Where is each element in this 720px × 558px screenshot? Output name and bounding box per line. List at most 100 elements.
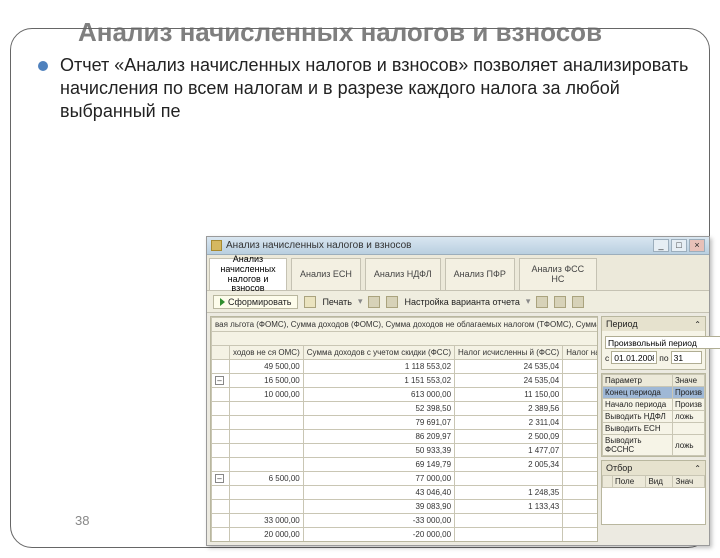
param-name: Выводить ФССНС [603, 435, 673, 456]
param-row[interactable]: Выводить НДФЛложь [603, 411, 705, 423]
table-row[interactable]: 33 000,00-33 000,00 [212, 514, 599, 528]
cell: 52 398,50 [303, 402, 454, 416]
side-panel: Период⌃ с по ПараметрЗначе Коне [601, 316, 706, 542]
minimize-button[interactable]: _ [653, 239, 669, 252]
cell: 1 118 553,02 [303, 360, 454, 374]
app-window: Анализ начисленных налогов и взносов _ □… [206, 236, 710, 546]
col-3: Налог начисленны й (ФСС) [563, 346, 598, 360]
table-row[interactable]: 13 000,00-13 000,00 [212, 542, 599, 543]
period-to-input[interactable] [671, 351, 702, 364]
cell: -13 000,00 [303, 542, 454, 543]
cell: 33 000,00 [230, 514, 304, 528]
table-row[interactable]: 79 691,072 311,0479 691,0779 691,072 311… [212, 416, 599, 430]
table-row[interactable]: 20 000,00-20 000,00 [212, 528, 599, 542]
filter-body[interactable] [602, 488, 705, 524]
chevron-icon[interactable]: ⌃ [694, 464, 701, 473]
toolbar: Сформировать Печать ▾ Настройка варианта… [207, 291, 709, 313]
grid-long-header: вая льгота (ФОМС), Сумма доходов (ФОМС),… [212, 318, 599, 332]
param-value: Произв [672, 399, 704, 411]
param-value [672, 423, 704, 435]
cell: 49 500,00 [230, 360, 304, 374]
param-name: Конец периода [603, 387, 673, 399]
cell [230, 430, 304, 444]
cell: 22 224,00 [563, 374, 598, 388]
col-1: Сумма доходов с учетом скидки (ФСС) [303, 346, 454, 360]
settings-label[interactable]: Настройка варианта отчета [404, 297, 519, 307]
cell: 77 000,00 [303, 472, 454, 486]
window-titlebar[interactable]: Анализ начисленных налогов и взносов _ □… [207, 237, 709, 255]
cell: 1 477,07 [563, 444, 598, 458]
cell: 2 600,09 [563, 430, 598, 444]
cell [230, 500, 304, 514]
tool-icon-2[interactable] [386, 296, 398, 308]
tool-icon-5[interactable] [572, 296, 584, 308]
cell: 50 933,39 [303, 444, 454, 458]
close-button[interactable]: × [689, 239, 705, 252]
cell: 10 000,00 [230, 388, 304, 402]
cell: 2 389,56 [455, 402, 563, 416]
cell [455, 472, 563, 486]
table-row[interactable]: –16 500,001 151 553,0224 535,0422 224,00… [212, 374, 599, 388]
expand-toggle-icon[interactable]: – [215, 474, 224, 483]
param-value: Произв [672, 387, 704, 399]
tab-pfr[interactable]: Анализ ПФР [445, 258, 515, 290]
grid-section: ЕСН, ФСС [212, 332, 599, 346]
form-button[interactable]: Сформировать [213, 295, 298, 309]
tab-esn[interactable]: Анализ ЕСН [291, 258, 361, 290]
expand-toggle-icon[interactable]: – [215, 376, 224, 385]
cell: 86 209,97 [303, 430, 454, 444]
filter-h1: Поле [613, 476, 646, 488]
chevron-icon[interactable]: ⌃ [694, 320, 701, 329]
cell: 16 500,00 [230, 374, 304, 388]
param-row[interactable]: Начало периодаПроизв [603, 399, 705, 411]
cell: 43 046,40 [303, 486, 454, 500]
to-label: по [659, 353, 668, 363]
cell: 1 151 553,02 [303, 374, 454, 388]
maximize-button[interactable]: □ [671, 239, 687, 252]
report-grid[interactable]: вая льгота (ФОМС), Сумма доходов (ФОМС),… [210, 316, 598, 542]
cell [563, 528, 598, 542]
cell: 2 311,04 [455, 416, 563, 430]
period-from-input[interactable] [611, 351, 657, 364]
cell: 1 133,43 [563, 500, 598, 514]
cell: 39 083,90 [303, 500, 454, 514]
cell [455, 542, 563, 543]
cell: 1 133,43 [455, 500, 563, 514]
col-2: Налог исчисленны й (ФСС) [455, 346, 563, 360]
print-icon[interactable] [304, 296, 316, 308]
table-row[interactable]: 52 398,502 389,562 389,5652 398,50 [212, 402, 599, 416]
cell: 613 000,00 [303, 388, 454, 402]
table-row[interactable]: 69 149,792 005,342 005,3469 149,79 [212, 458, 599, 472]
cell: 1 477,07 [455, 444, 563, 458]
cell [563, 472, 598, 486]
cell: 11 150,00 [563, 388, 598, 402]
param-name: Выводить ЕСН [603, 423, 673, 435]
table-row[interactable]: –6 500,0077 000,00 [212, 472, 599, 486]
table-row[interactable]: 43 046,401 248,351 248,3543 046,40 [212, 486, 599, 500]
cell [455, 514, 563, 528]
cell [563, 416, 598, 430]
tool-icon-3[interactable] [536, 296, 548, 308]
cell [230, 486, 304, 500]
tab-fssns[interactable]: Анализ ФСС НС [519, 258, 597, 290]
play-icon [220, 298, 225, 306]
table-row[interactable]: 39 083,901 133,431 133,43 [212, 500, 599, 514]
cell [230, 402, 304, 416]
table-row[interactable]: 49 500,001 118 553,0224 535,0479 691,071… [212, 360, 599, 374]
table-row[interactable]: 86 209,972 500,092 600,0986 209,97 [212, 430, 599, 444]
tool-icon-4[interactable] [554, 296, 566, 308]
table-row[interactable]: 10 000,00613 000,0011 150,0011 150,00563… [212, 388, 599, 402]
tab-ndfl[interactable]: Анализ НДФЛ [365, 258, 441, 290]
filter-panel: Отбор⌃ Поле Вид Знач [601, 460, 706, 525]
param-value: ложь [672, 435, 704, 456]
tab-main[interactable]: Анализ начисленных налогов и взносов [209, 258, 287, 290]
period-mode-input[interactable] [605, 336, 720, 349]
table-row[interactable]: 50 933,391 477,071 477,0750 933,39 [212, 444, 599, 458]
print-label[interactable]: Печать [322, 297, 351, 307]
filter-h3: Знач [673, 476, 705, 488]
param-row[interactable]: Конец периодаПроизв [603, 387, 705, 399]
param-row[interactable]: Выводить ЕСН [603, 423, 705, 435]
cell: 79 691,07 [303, 416, 454, 430]
param-row[interactable]: Выводить ФССНСложь [603, 435, 705, 456]
tool-icon-1[interactable] [368, 296, 380, 308]
